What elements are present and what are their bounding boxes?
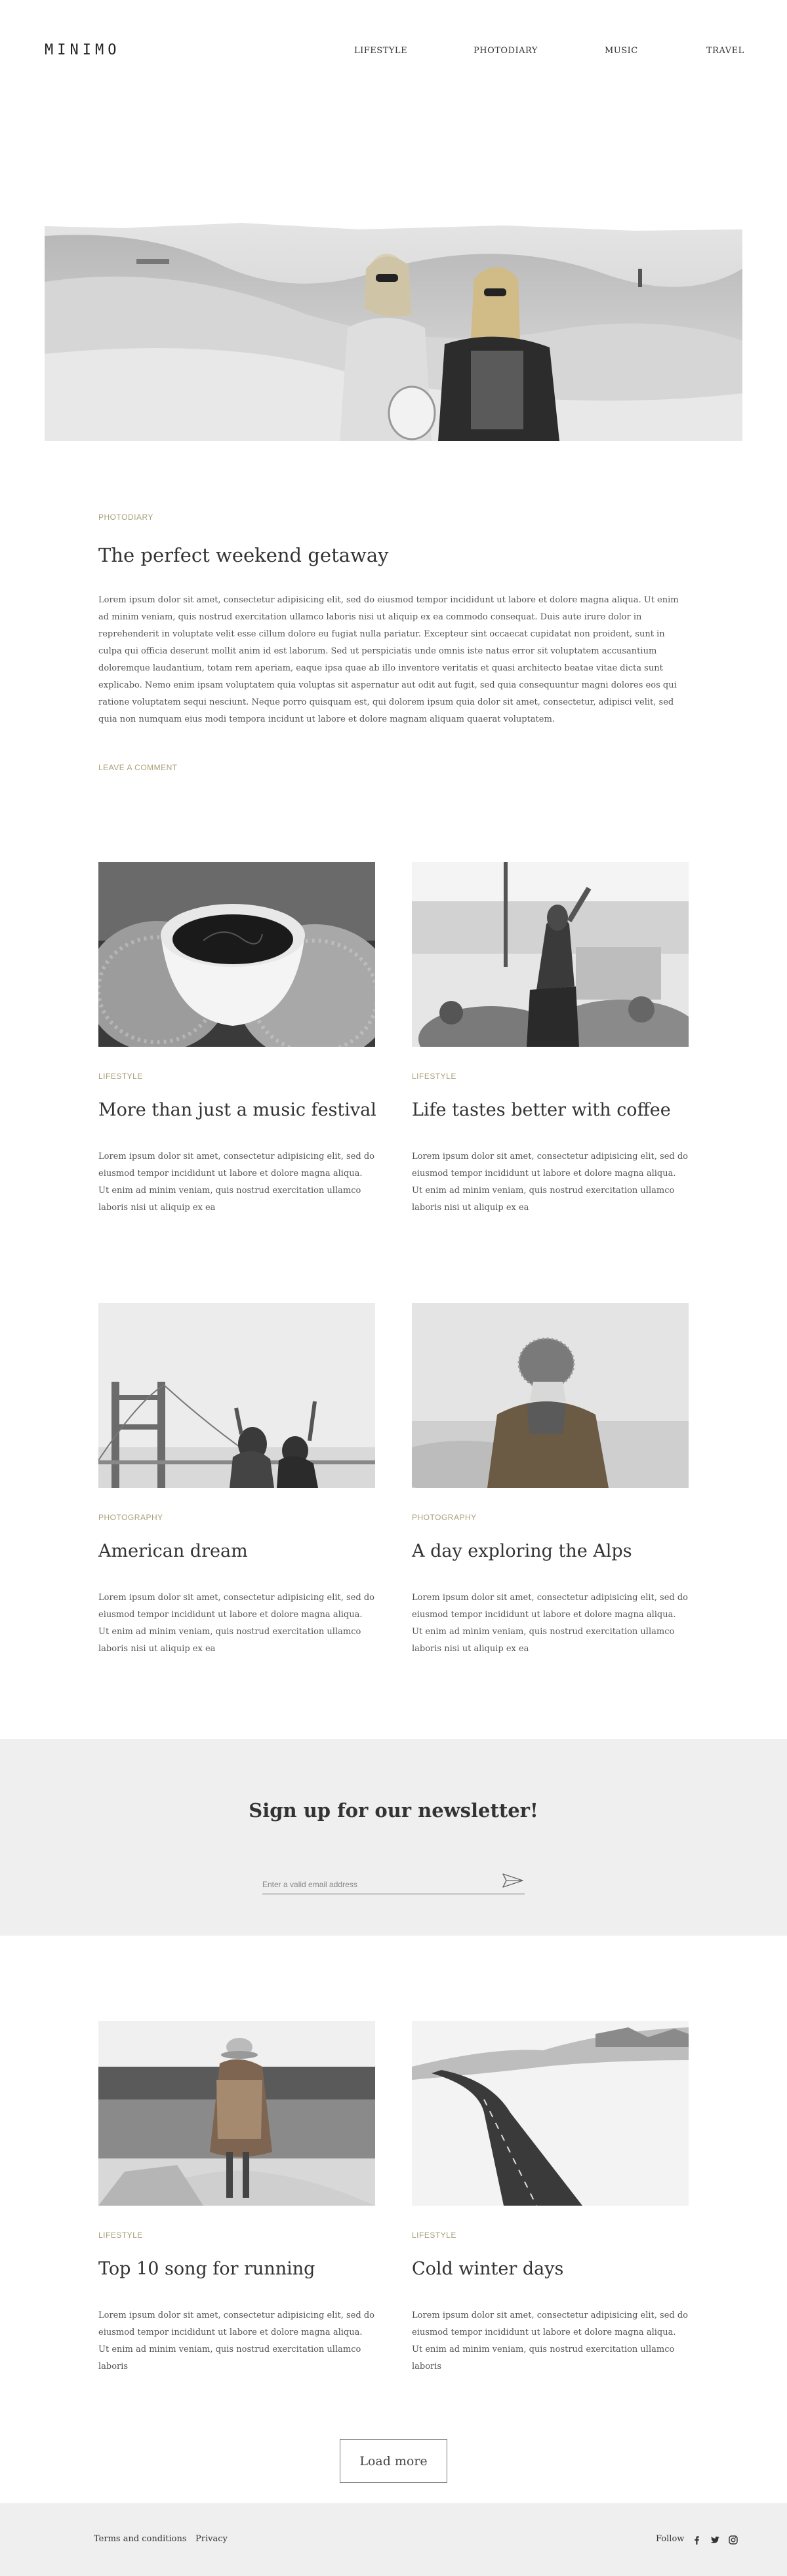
post-card: PHOTOGRAPHY American dream Lorem ipsum d… [98, 1303, 375, 1670]
post-title[interactable]: More than just a music festival [98, 1100, 376, 1120]
festival-photo-illustration [412, 862, 689, 1047]
instagram-icon[interactable] [728, 2535, 738, 2545]
post-card: PHOTOGRAPHY A day exploring the Alps Lor… [412, 1303, 689, 1670]
newsletter-email-input[interactable] [262, 1875, 525, 1894]
alps-photo-illustration [412, 1303, 689, 1488]
post-category[interactable]: LIFESTYLE [98, 1072, 143, 1081]
post-thumbnail[interactable] [98, 1303, 375, 1488]
post-excerpt: Lorem ipsum dolor sit amet, consectetur … [98, 1152, 374, 1213]
post-excerpt: Lorem ipsum dolor sit amet, consectetur … [98, 1593, 374, 1654]
post-excerpt: Lorem ipsum dolor sit amet, consectetur … [98, 2311, 374, 2371]
post-category[interactable]: LIFESTYLE [98, 2231, 143, 2240]
post-thumbnail[interactable] [98, 862, 375, 1047]
facebook-icon[interactable] [691, 2535, 702, 2545]
post-excerpt: Lorem ipsum dolor sit amet, consectetur … [412, 1593, 688, 1654]
featured-category[interactable]: PHOTODIARY [98, 513, 153, 522]
post-title[interactable]: Life tastes better with coffee [412, 1100, 671, 1120]
post-card: LIFESTYLE Cold winter days Lorem ipsum d… [412, 2021, 689, 2375]
post-title[interactable]: American dream [98, 1541, 248, 1561]
coffee-photo-illustration [98, 862, 375, 1047]
post-title[interactable]: Top 10 song for running [98, 2259, 315, 2279]
nav-photodiary[interactable]: PHOTODIARY [474, 46, 538, 56]
site-logo[interactable]: MINIMO [45, 42, 120, 58]
post-thumbnail[interactable] [412, 1303, 689, 1488]
post-card: LIFESTYLE Top 10 song for running Lorem … [98, 2021, 375, 2375]
newsletter-section: Sign up for our newsletter! [0, 1739, 787, 1936]
privacy-link[interactable]: Privacy [195, 2534, 228, 2544]
post-thumbnail[interactable] [412, 2021, 689, 2206]
featured-excerpt: Lorem ipsum dolor sit amet, consectetur … [98, 595, 679, 724]
newsletter-title: Sign up for our newsletter! [249, 1799, 538, 1822]
post-excerpt: Lorem ipsum dolor sit amet, consectetur … [412, 2311, 688, 2371]
site-footer: Terms and conditions Privacy Follow [0, 2503, 787, 2576]
post-category[interactable]: PHOTOGRAPHY [412, 1513, 477, 1522]
post-excerpt: Lorem ipsum dolor sit amet, consectetur … [412, 1152, 688, 1213]
running-photo-illustration [98, 2021, 375, 2206]
terms-link[interactable]: Terms and conditions [94, 2534, 187, 2544]
post-card: LIFESTYLE More than just a music festiva… [98, 862, 376, 1229]
post-category[interactable]: LIFESTYLE [412, 2231, 456, 2240]
hero-photo-illustration [45, 223, 742, 441]
post-thumbnail[interactable] [412, 862, 689, 1047]
post-thumbnail[interactable] [98, 2021, 375, 2206]
post-title[interactable]: A day exploring the Alps [412, 1541, 632, 1561]
nav-travel[interactable]: TRAVEL [706, 46, 744, 56]
post-card: LIFESTYLE Life tastes better with coffee… [412, 862, 689, 1229]
follow-label: Follow [656, 2534, 685, 2544]
nav-lifestyle[interactable]: LIFESTYLE [354, 46, 407, 56]
site-header: MINIMO LIFESTYLE PHOTODIARY MUSIC TRAVEL [0, 0, 787, 105]
bridge-photo-illustration [98, 1303, 375, 1488]
paper-plane-icon[interactable] [502, 1873, 523, 1888]
leave-comment-link[interactable]: LEAVE A COMMENT [98, 763, 178, 772]
load-more-button[interactable]: Load more [340, 2439, 447, 2483]
post-category[interactable]: PHOTOGRAPHY [98, 1513, 163, 1522]
hero-image[interactable] [45, 223, 742, 441]
post-title[interactable]: Cold winter days [412, 2259, 563, 2279]
winter-road-photo-illustration [412, 2021, 689, 2206]
post-category[interactable]: LIFESTYLE [412, 1072, 456, 1081]
twitter-icon[interactable] [710, 2535, 720, 2545]
featured-title[interactable]: The perfect weekend getaway [98, 544, 389, 566]
nav-music[interactable]: MUSIC [605, 46, 638, 56]
